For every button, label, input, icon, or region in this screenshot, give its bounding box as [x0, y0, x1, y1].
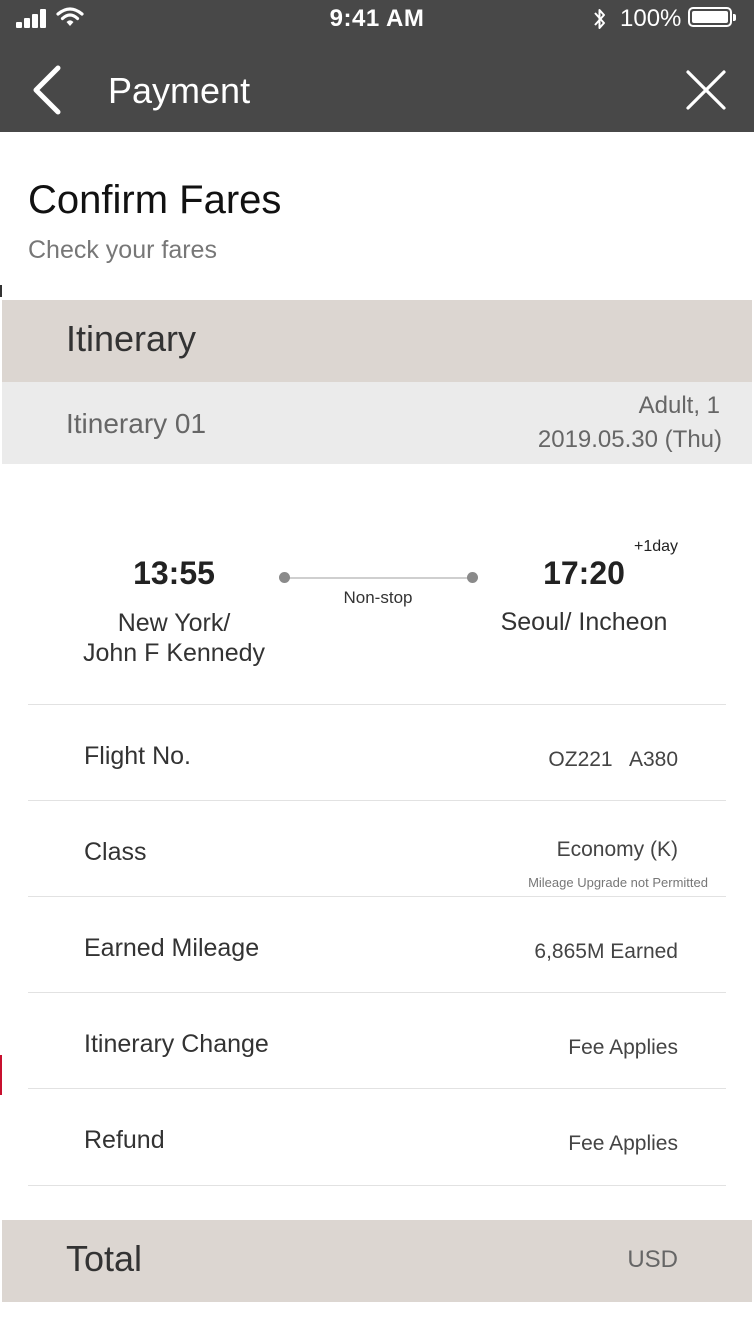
detail-note: Mileage Upgrade not Permitted — [528, 875, 708, 890]
departure-time: 13:55 — [133, 555, 215, 591]
itinerary-label: Itinerary 01 — [66, 408, 207, 439]
bluetooth-icon — [594, 9, 605, 29]
departure-city-line1: New York/ — [117, 609, 231, 637]
detail-label: Class — [84, 838, 147, 866]
departure-city: New York/ John F Kennedy — [54, 608, 294, 668]
battery-icon — [688, 7, 736, 27]
detail-row-class: Class Economy (K) Mileage Upgrade not Pe… — [28, 800, 726, 897]
departure-city-line2: John F Kennedy — [82, 639, 266, 667]
back-button[interactable] — [26, 62, 74, 122]
arrival-time: 17:20 — [543, 555, 625, 591]
total-currency: USD — [627, 1246, 678, 1273]
total-label: Total — [66, 1238, 143, 1279]
route-start-dot — [279, 572, 290, 583]
detail-label: Itinerary Change — [84, 1030, 269, 1058]
edge-mark — [0, 1055, 2, 1095]
detail-label: Flight No. — [84, 742, 191, 770]
detail-row-itinerary-change: Itinerary Change Fee Applies — [28, 992, 726, 1089]
flight-date: 2019.05.30 (Thu) — [537, 426, 722, 453]
battery-percent: 100% — [620, 5, 682, 32]
detail-row-refund: Refund Fee Applies — [28, 1088, 726, 1185]
detail-row-flight-no: Flight No. OZ221 A380 — [28, 704, 726, 801]
detail-label: Earned Mileage — [84, 934, 260, 962]
top-bar: 9:41 AM 100% Payment — [0, 0, 754, 132]
close-button[interactable] — [680, 64, 732, 116]
page-subtitle: Check your fares — [28, 236, 217, 264]
detail-label: Refund — [84, 1126, 165, 1154]
detail-value: Fee Applies — [568, 1132, 678, 1155]
detail-value: 6,865M Earned — [534, 940, 678, 963]
arrival-city: Seoul/ Incheon — [500, 608, 668, 636]
status-bar: 9:41 AM 100% — [0, 0, 754, 38]
detail-value: OZ221 A380 — [548, 748, 678, 771]
detail-value: Fee Applies — [568, 1036, 678, 1059]
header-title: Payment — [108, 70, 251, 111]
stops-label: Non-stop — [343, 588, 413, 607]
route-line — [284, 577, 472, 579]
divider — [28, 1185, 726, 1186]
edge-mark — [0, 285, 2, 297]
detail-value: Economy (K) — [556, 838, 678, 861]
day-offset: +1day — [634, 538, 679, 555]
passenger-count: Adult, 1 — [638, 392, 720, 419]
page-title: Confirm Fares — [28, 178, 282, 222]
itinerary-section-title: Itinerary — [66, 318, 197, 359]
detail-row-mileage: Earned Mileage 6,865M Earned — [28, 896, 726, 993]
route-end-dot — [467, 572, 478, 583]
